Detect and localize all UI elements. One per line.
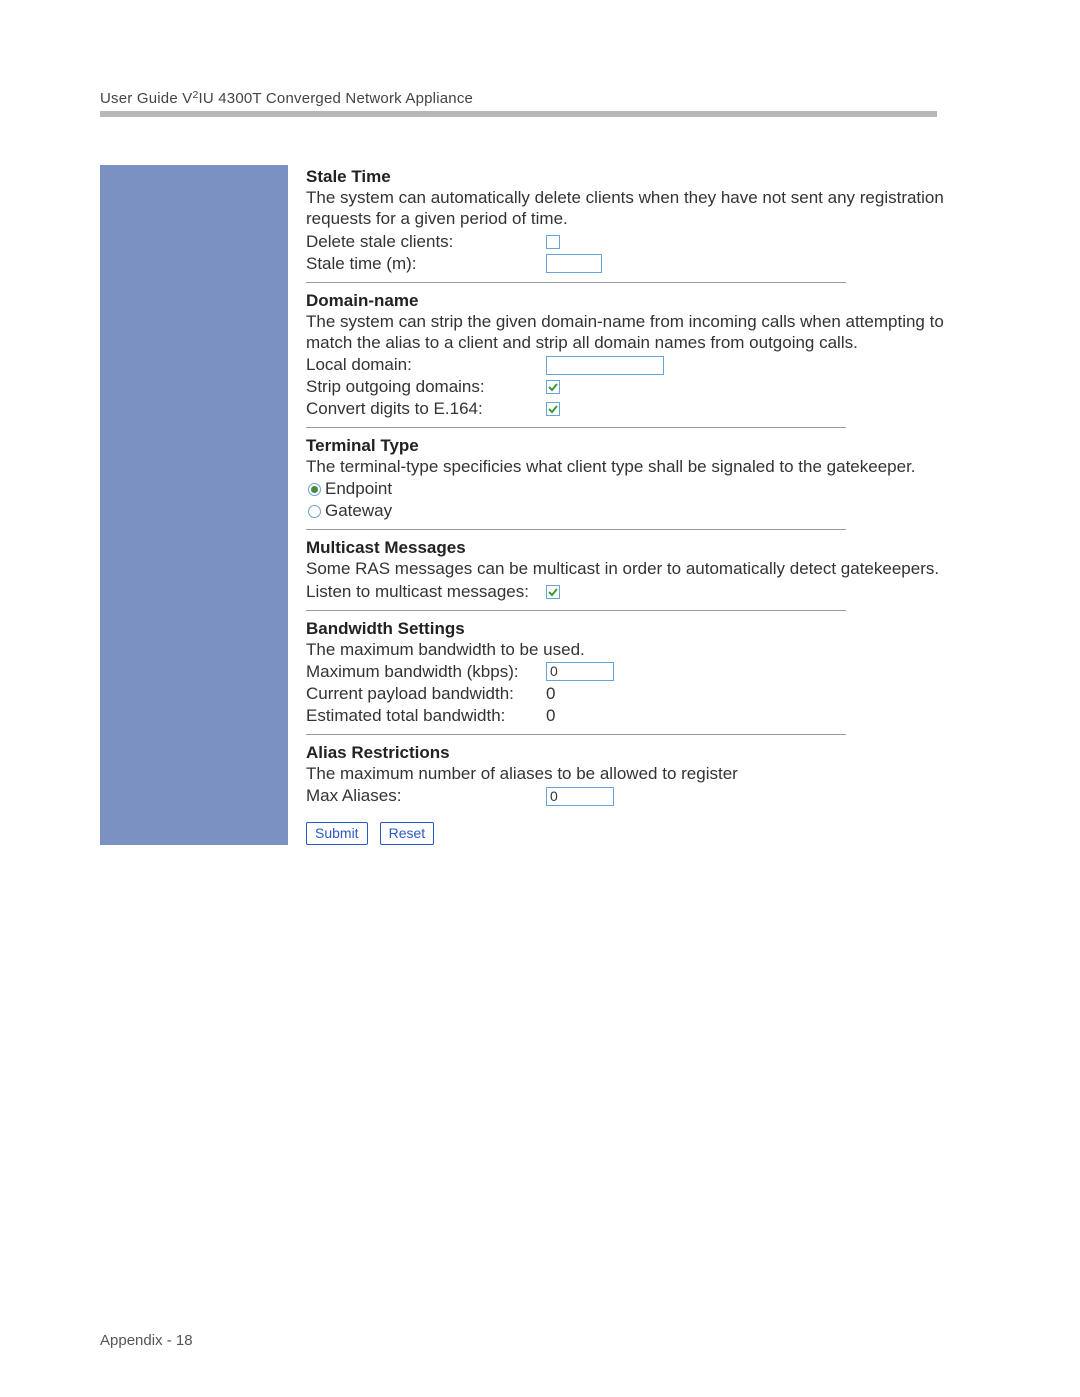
max-aliases-row: Max Aliases: 0: [306, 786, 980, 806]
convert-e164-label: Convert digits to E.164:: [306, 399, 546, 419]
alias-desc: The maximum number of aliases to be allo…: [306, 763, 980, 784]
radio-endpoint-label: Endpoint: [325, 479, 392, 499]
section-multicast: Multicast Messages Some RAS messages can…: [306, 536, 980, 601]
section-terminal-type: Terminal Type The terminal-type specific…: [306, 434, 980, 521]
est-bandwidth-label: Estimated total bandwidth:: [306, 706, 546, 726]
strip-outgoing-label: Strip outgoing domains:: [306, 377, 546, 397]
current-bandwidth-row: Current payload bandwidth: 0: [306, 684, 980, 704]
radio-gateway[interactable]: [308, 505, 321, 518]
check-icon: [547, 403, 559, 415]
convert-e164-checkbox[interactable]: [546, 402, 560, 416]
max-bandwidth-input[interactable]: 0: [546, 662, 614, 681]
max-aliases-input[interactable]: 0: [546, 787, 614, 806]
est-bandwidth-value: 0: [546, 706, 555, 726]
local-domain-label: Local domain:: [306, 355, 546, 375]
content-row: Stale Time The system can automatically …: [100, 165, 980, 845]
local-domain-row: Local domain:: [306, 355, 980, 375]
multicast-desc: Some RAS messages can be multicast in or…: [306, 558, 980, 579]
current-bandwidth-label: Current payload bandwidth:: [306, 684, 546, 704]
section-stale-time: Stale Time The system can automatically …: [306, 165, 980, 274]
divider: [306, 610, 846, 611]
divider: [306, 529, 846, 530]
button-row: Submit Reset: [306, 822, 980, 845]
stale-time-value-row: Stale time (m):: [306, 254, 980, 274]
terminal-type-option-endpoint[interactable]: Endpoint: [308, 479, 980, 499]
delete-stale-label: Delete stale clients:: [306, 232, 546, 252]
divider: [306, 734, 846, 735]
delete-stale-row: Delete stale clients:: [306, 232, 980, 252]
strip-outgoing-checkbox[interactable]: [546, 380, 560, 394]
section-bandwidth: Bandwidth Settings The maximum bandwidth…: [306, 617, 980, 726]
strip-outgoing-row: Strip outgoing domains:: [306, 377, 980, 397]
bandwidth-desc: The maximum bandwidth to be used.: [306, 639, 980, 660]
sidebar-placeholder: [100, 165, 288, 845]
divider: [306, 427, 846, 428]
convert-e164-row: Convert digits to E.164:: [306, 399, 980, 419]
max-aliases-label: Max Aliases:: [306, 786, 546, 806]
header-prefix: User Guide V: [100, 90, 192, 107]
stale-time-value-label: Stale time (m):: [306, 254, 546, 274]
terminal-type-option-gateway[interactable]: Gateway: [308, 501, 980, 521]
radio-endpoint[interactable]: [308, 483, 321, 496]
listen-multicast-row: Listen to multicast messages:: [306, 582, 980, 602]
max-bandwidth-row: Maximum bandwidth (kbps): 0: [306, 662, 980, 682]
page-footer: Appendix - 18: [100, 1332, 193, 1349]
header-rule: [100, 111, 937, 117]
multicast-title: Multicast Messages: [306, 536, 980, 558]
section-domain-name: Domain-name The system can strip the giv…: [306, 289, 980, 420]
divider: [306, 282, 846, 283]
main-panel: Stale Time The system can automatically …: [288, 165, 980, 845]
radio-gateway-label: Gateway: [325, 501, 392, 521]
page: User Guide V2IU 4300T Converged Network …: [0, 0, 1080, 1397]
page-header-title: User Guide V2IU 4300T Converged Network …: [100, 90, 980, 107]
delete-stale-checkbox[interactable]: [546, 235, 560, 249]
bandwidth-title: Bandwidth Settings: [306, 617, 980, 639]
section-alias: Alias Restrictions The maximum number of…: [306, 741, 980, 806]
reset-button[interactable]: Reset: [380, 822, 435, 845]
stale-time-title: Stale Time: [306, 165, 980, 187]
listen-multicast-label: Listen to multicast messages:: [306, 582, 546, 602]
terminal-type-desc: The terminal-type specificies what clien…: [306, 456, 980, 477]
max-bandwidth-label: Maximum bandwidth (kbps):: [306, 662, 546, 682]
listen-multicast-checkbox[interactable]: [546, 585, 560, 599]
current-bandwidth-value: 0: [546, 684, 555, 704]
stale-time-input[interactable]: [546, 254, 602, 273]
domain-name-desc: The system can strip the given domain-na…: [306, 311, 980, 354]
check-icon: [547, 586, 559, 598]
submit-button[interactable]: Submit: [306, 822, 368, 845]
check-icon: [547, 381, 559, 393]
terminal-type-title: Terminal Type: [306, 434, 980, 456]
header-sup: 2: [192, 89, 198, 101]
domain-name-title: Domain-name: [306, 289, 980, 311]
header-suffix: IU 4300T Converged Network Appliance: [198, 90, 473, 107]
alias-title: Alias Restrictions: [306, 741, 980, 763]
local-domain-input[interactable]: [546, 356, 664, 375]
stale-time-desc: The system can automatically delete clie…: [306, 187, 980, 230]
est-bandwidth-row: Estimated total bandwidth: 0: [306, 706, 980, 726]
